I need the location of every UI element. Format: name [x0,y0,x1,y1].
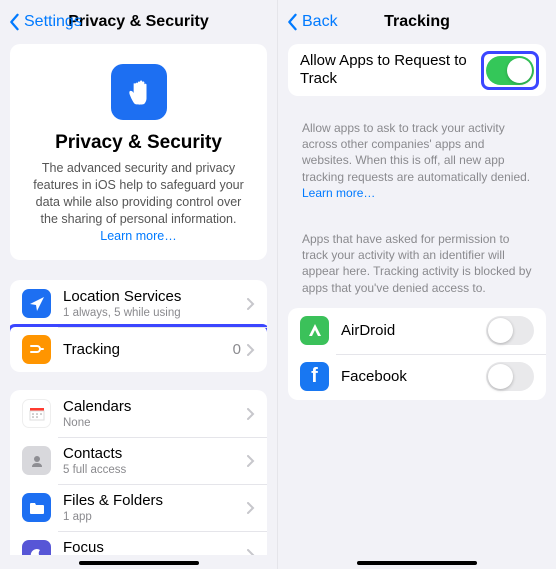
toggle-facebook[interactable] [486,362,534,391]
toggle-airdroid[interactable] [486,316,534,345]
hero-desc: The advanced security and privacy featur… [26,160,251,244]
learn-more-link[interactable]: Learn more… [100,229,176,243]
group-data-access: CalendarsNone Contacts5 full access File… [10,390,267,554]
navbar-right: Back Tracking [278,0,556,44]
row-sub: 1 always, 5 while using [63,307,247,319]
row-title: Files & Folders [63,492,247,510]
row-tracking[interactable]: Tracking 0 [10,324,267,372]
chevron-right-icon [247,455,255,467]
row-title: Allow Apps to Request to Track [300,52,475,88]
group-allow-tracking: Allow Apps to Request to Track [288,44,546,96]
privacy-hand-icon [111,64,167,120]
row-title: Tracking [63,341,233,359]
row-sub: 1 app [63,511,247,523]
folder-icon [22,493,51,522]
row-app-airdroid: AirDroid [288,308,546,354]
back-label: Back [302,13,338,31]
chevron-right-icon [247,549,255,555]
chevron-right-icon [247,344,255,356]
learn-more-link[interactable]: Learn more… [302,186,375,200]
focus-icon [22,540,51,554]
footer-apps-desc: Apps that have asked for permission to t… [288,225,546,308]
toggle-allow-tracking[interactable] [486,56,534,85]
chevron-right-icon [247,298,255,310]
home-indicator [79,561,199,566]
row-title: Contacts [63,445,247,463]
facebook-app-icon: f [300,362,329,391]
row-title: Facebook [341,368,486,386]
group-location-tracking: Location Services 1 always, 5 while usin… [10,280,267,372]
location-icon [22,289,51,318]
hero-title: Privacy & Security [26,132,251,154]
contacts-icon [22,446,51,475]
row-value: 0 [233,341,241,358]
chevron-right-icon [247,408,255,420]
row-sub: 5 full access [63,464,247,476]
row-focus[interactable]: Focus1 app [10,531,267,554]
calendar-icon [22,399,51,428]
row-calendars[interactable]: CalendarsNone [10,390,267,437]
chevron-right-icon [247,502,255,514]
home-indicator [357,561,477,566]
hero-card: Privacy & Security The advanced security… [10,44,267,260]
navbar-left: Settings Privacy & Security [0,0,277,44]
row-contacts[interactable]: Contacts5 full access [10,437,267,484]
back-label: Settings [24,13,82,31]
row-sub: None [63,417,247,429]
row-title: Calendars [63,398,247,416]
row-app-facebook: f Facebook [288,354,546,400]
tracking-icon [22,335,51,364]
back-settings[interactable]: Settings [8,13,82,31]
row-allow-request-track: Allow Apps to Request to Track [288,44,546,96]
row-location-services[interactable]: Location Services 1 always, 5 while usin… [10,280,267,327]
row-files-folders[interactable]: Files & Folders1 app [10,484,267,531]
footer-allow-desc: Allow apps to ask to track your activity… [288,114,546,213]
row-title: Location Services [63,288,247,306]
row-title: Focus [63,539,247,554]
airdroid-app-icon [300,316,329,345]
row-title: AirDroid [341,322,486,340]
group-tracking-apps: AirDroid f Facebook [288,308,546,400]
back-button[interactable]: Back [286,13,338,31]
